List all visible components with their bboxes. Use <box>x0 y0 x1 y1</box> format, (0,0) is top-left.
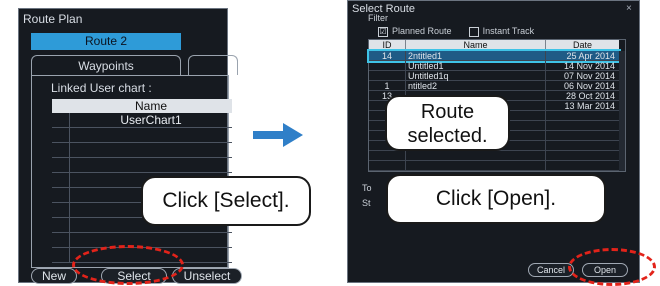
table-row[interactable]: Untitled1 14 Nov 2014 <box>369 61 619 71</box>
date-cell: 06 Nov 2014 <box>563 81 615 91</box>
date-cell: 14 Nov 2014 <box>563 61 615 71</box>
unselect-button[interactable]: Unselect <box>172 268 242 284</box>
name-cell <box>70 143 232 158</box>
scrollbar[interactable] <box>619 51 625 171</box>
id-cell <box>369 161 406 171</box>
callout-route-selected: Route selected. <box>385 95 510 151</box>
callout-click-select: Click [Select]. <box>141 176 311 226</box>
name-cell <box>406 151 546 161</box>
row-selector-cell[interactable] <box>52 218 70 233</box>
row-selector-cell[interactable] <box>52 113 70 128</box>
row-selector-cell[interactable] <box>52 233 70 248</box>
table-row[interactable]: 1 ntitled2 06 Nov 2014 <box>369 81 619 91</box>
name-column-header[interactable]: Name <box>406 40 546 51</box>
date-cell <box>546 131 619 141</box>
date-cell <box>546 141 619 151</box>
date-cell <box>546 111 619 121</box>
planned-route-label: Planned Route <box>392 26 452 36</box>
tab-bar: Waypoints <box>31 55 238 75</box>
row-selector-cell[interactable] <box>52 203 70 218</box>
date-cell: 25 Apr 2014 <box>566 51 615 61</box>
name-cell: Untitled1 <box>406 61 546 71</box>
callout-line-1: Route <box>420 101 475 123</box>
table-row[interactable] <box>369 161 619 171</box>
instant-track-label: Instant Track <box>482 26 535 36</box>
table-corner-header <box>52 99 70 113</box>
close-icon[interactable]: × <box>626 3 632 14</box>
id-cell: 1 <box>369 81 406 91</box>
open-highlight <box>568 248 656 286</box>
instant-track-checkbox[interactable]: ☐ <box>468 26 479 37</box>
date-cell: 28 Oct 2014 <box>565 91 615 101</box>
name-cell <box>70 158 232 173</box>
name-cell <box>70 233 232 248</box>
name-cell: ntitled2 <box>406 81 546 91</box>
table-row[interactable] <box>52 158 232 173</box>
truncated-label: St <box>362 198 371 208</box>
arrow-right-icon <box>253 123 303 147</box>
select-highlight <box>72 245 184 285</box>
table-row[interactable] <box>369 151 619 161</box>
date-cell <box>546 151 619 161</box>
id-cell: 14 <box>369 51 406 61</box>
name-cell: UserChart1 <box>120 113 182 127</box>
date-cell <box>546 161 619 171</box>
row-selector-cell[interactable] <box>52 173 70 188</box>
planned-route-checkbox[interactable]: ☑ <box>378 26 388 37</box>
linked-user-chart-label: Linked User chart : <box>51 81 152 95</box>
window-title: Route Plan <box>23 12 83 26</box>
date-column-header[interactable]: Date <box>546 40 619 51</box>
date-cell <box>546 121 619 131</box>
callout-click-open: Click [Open]. <box>386 174 606 224</box>
filter-options: ☑ Planned Route ☐Instant Track <box>378 26 534 37</box>
truncated-label: To <box>362 183 372 193</box>
route-plan-window: Route Plan Route 2 Waypoints Linked User… <box>18 8 242 284</box>
table-row[interactable]: UserChart1 <box>52 113 232 128</box>
date-cell: 07 Nov 2014 <box>563 71 615 81</box>
row-selector-cell[interactable] <box>52 128 70 143</box>
tab-waypoints[interactable]: Waypoints <box>31 55 181 75</box>
row-selector-cell[interactable] <box>52 158 70 173</box>
route-selector-tab[interactable]: Route 2 <box>31 33 181 50</box>
name-cell <box>70 128 232 143</box>
id-cell <box>369 61 406 71</box>
name-cell: 2ntitled1 <box>406 51 546 61</box>
tab-next[interactable] <box>188 55 238 75</box>
new-button[interactable]: New <box>31 268 77 284</box>
filter-label: Filter <box>368 13 388 23</box>
row-selector-cell[interactable] <box>52 248 70 263</box>
id-cell <box>369 71 406 81</box>
name-cell: Untitled1q <box>406 71 546 81</box>
row-selector-cell[interactable] <box>52 188 70 203</box>
table-row[interactable] <box>52 128 232 143</box>
id-column-header[interactable]: ID <box>369 40 406 51</box>
row-selector-cell[interactable] <box>52 143 70 158</box>
date-cell: 13 Mar 2014 <box>564 101 615 111</box>
table-row[interactable] <box>52 143 232 158</box>
name-column-header[interactable]: Name <box>70 99 232 113</box>
table-row[interactable]: Untitled1q 07 Nov 2014 <box>369 71 619 81</box>
id-cell <box>369 151 406 161</box>
name-cell <box>406 161 546 171</box>
callout-line-2: selected. <box>407 125 488 147</box>
table-row[interactable]: 14 2ntitled1 25 Apr 2014 <box>367 49 621 63</box>
